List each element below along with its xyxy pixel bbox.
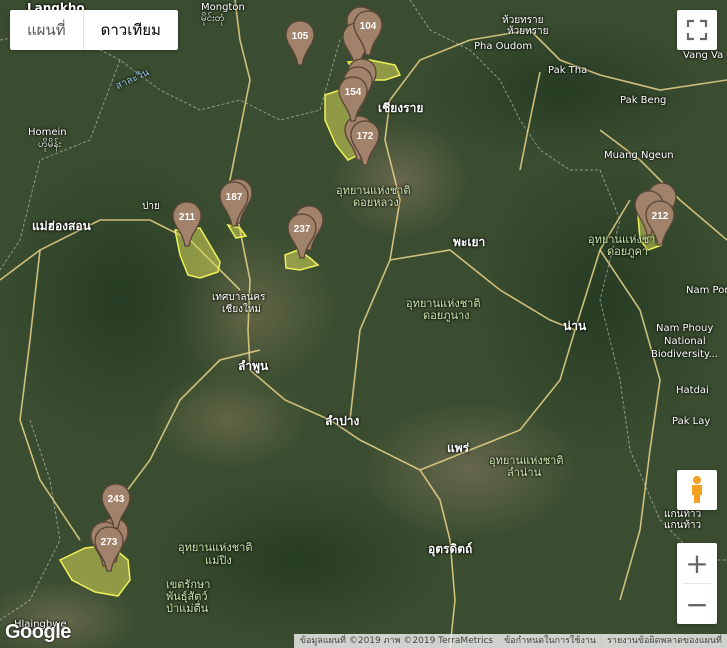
- park-lam-nan-1: อุทยานแห่งชาติ: [489, 454, 564, 467]
- map-type-control: แผนที่ ดาวเทียม: [10, 10, 178, 50]
- marker-172[interactable]: 172: [350, 120, 380, 166]
- place-homein-local: ဟိုမိန်း: [38, 139, 62, 150]
- park-doi-phu-nang-2: ดอยภูนาง: [423, 309, 470, 322]
- map-attribution: ข้อมูลแผนที่ ©2019 ภาพ ©2019 TerraMetric…: [293, 634, 499, 648]
- fullscreen-button[interactable]: [677, 10, 717, 50]
- place-chiang-mai-line2: เชียงใหม่: [222, 304, 262, 315]
- marker-label: 172: [356, 131, 374, 142]
- marker-243[interactable]: 243: [101, 483, 131, 529]
- marker-label: 187: [225, 192, 243, 203]
- terms-link[interactable]: ข้อกำหนดในการใช้งาน: [498, 634, 602, 648]
- zoom-control: + −: [677, 543, 717, 624]
- map-type-satellite-button[interactable]: ดาวเทียม: [82, 10, 178, 50]
- park-nan-2: ดอยภูคา: [607, 245, 648, 258]
- place-muang-ngeun: Muang Ngeun: [604, 150, 674, 161]
- marker-label: 237: [293, 224, 311, 235]
- map-type-roadmap-button[interactable]: แผนที่: [10, 10, 83, 50]
- marker-104[interactable]: 104: [353, 10, 383, 56]
- place-pak-beng: Pak Beng: [620, 95, 667, 106]
- zoom-in-button[interactable]: +: [677, 543, 717, 583]
- place-hatdai: Hatdai: [676, 385, 709, 396]
- marker-154[interactable]: 154: [338, 76, 368, 122]
- fullscreen-icon: [686, 19, 708, 41]
- zoom-out-button[interactable]: −: [677, 584, 717, 624]
- marker-212[interactable]: 212: [645, 200, 675, 246]
- place-phayao: พะเยา: [453, 235, 486, 249]
- place-lamphun: ลำพูน: [238, 359, 269, 373]
- place-chiang-rai: เชียงราย: [378, 101, 424, 115]
- place-homein: Homein: [28, 127, 67, 138]
- map-canvas[interactable]: Langkho Mongton မိုင်းတုံ สาละวิน Homein…: [0, 0, 727, 648]
- marker-label: 273: [100, 537, 118, 548]
- place-pai: ปาย: [142, 201, 160, 212]
- place-kaenthao-1: แกนท้าว: [664, 509, 702, 520]
- place-vang-va: Vang Va: [683, 50, 724, 61]
- marker-211[interactable]: 211: [172, 201, 202, 247]
- street-view-pegman-button[interactable]: [677, 470, 717, 510]
- report-error-link[interactable]: รายงานข้อผิดพลาดของแผนที่: [601, 634, 727, 648]
- place-mongton-local: မိုင်းတုံ: [201, 13, 225, 24]
- place-kaenthao-2: แกนท้าว: [664, 520, 702, 531]
- place-nan: น่าน: [563, 319, 587, 333]
- map-footer: ข้อมูลแผนที่ ©2019 ภาพ ©2019 TerraMetric…: [293, 634, 727, 648]
- place-nam-phouy-2: National: [664, 336, 706, 347]
- place-pak-tha: Pak Tha: [548, 65, 588, 76]
- marker-label: 212: [651, 211, 669, 222]
- park-doi-phu-nang-1: อุทยานแห่งชาติ: [406, 297, 481, 310]
- marker-label: 243: [107, 494, 125, 505]
- place-uttaradit: อุตรดิตถ์: [428, 542, 473, 556]
- park-mae-ping-1: อุทยานแห่งชาติ: [178, 541, 253, 554]
- google-logo[interactable]: Google: [5, 621, 71, 644]
- park-lam-nan-2: ลำน่าน: [507, 466, 542, 479]
- place-chiang-mai-line1: เทศบาลนคร: [212, 292, 266, 303]
- wildlife-sanctuary-2: พันธุ์สัตว์: [166, 590, 208, 603]
- place-nam-phouy-3: Biodiversity...: [651, 349, 719, 360]
- place-nam-phouy-1: Nam Phouy: [656, 323, 714, 334]
- marker-label: 154: [344, 87, 362, 98]
- wildlife-sanctuary-3: ป่าแม่ตื่น: [166, 602, 209, 615]
- marker-105[interactable]: 105: [285, 20, 315, 66]
- marker-label: 211: [178, 212, 196, 223]
- marker-187[interactable]: 187: [219, 181, 249, 227]
- pegman-icon: [692, 476, 702, 503]
- place-nam-por: Nam Por: [686, 285, 727, 296]
- place-pha-oudom: Pha Oudom: [474, 41, 533, 52]
- park-doi-luang-2: ดอยหลวง: [353, 196, 399, 209]
- place-mongton: Mongton: [201, 2, 245, 13]
- place-phrae: แพร่: [447, 441, 470, 455]
- marker-237[interactable]: 237: [287, 213, 317, 259]
- marker-label: 104: [359, 21, 377, 32]
- park-mae-ping-2: แม่ปิง: [205, 554, 232, 567]
- marker-label: 105: [291, 31, 309, 42]
- place-mae-hong-son: แม่ฮ่องสอน: [32, 219, 91, 233]
- wildlife-sanctuary-1: เขตรักษา: [166, 578, 211, 591]
- place-pak-lay: Pak Lay: [672, 416, 711, 427]
- place-houayxay-1: ห้วยทราย: [502, 15, 544, 26]
- place-houayxay-2: ห้วยทราย: [507, 26, 549, 37]
- marker-273[interactable]: 273: [94, 526, 124, 572]
- place-lampang: ลำปาง: [325, 414, 360, 428]
- park-doi-luang-1: อุทยานแห่งชาติ: [336, 184, 411, 197]
